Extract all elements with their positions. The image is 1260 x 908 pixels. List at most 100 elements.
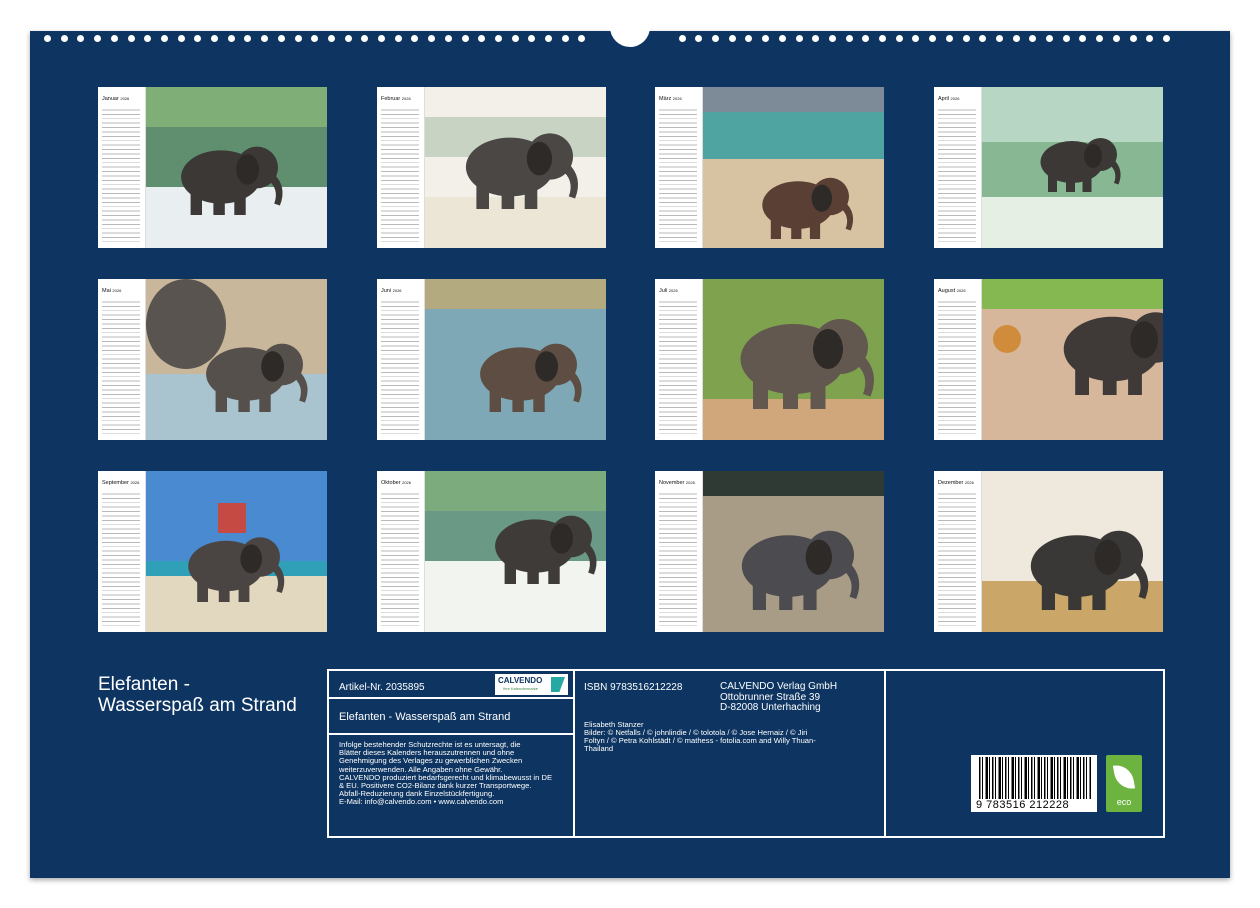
binding-hole xyxy=(144,35,152,42)
binding-hole xyxy=(1112,35,1120,42)
binding-hole xyxy=(444,35,452,42)
binding-hole xyxy=(478,35,486,42)
barcode-number: 9 783516 212228 xyxy=(976,799,1070,811)
month-label: Oktober 2026 xyxy=(381,480,412,486)
binding-hole xyxy=(995,35,1003,42)
subtitle: Elefanten - Wasserspaß am Strand xyxy=(339,711,511,723)
month-label: November 2026 xyxy=(659,480,695,486)
binding-hole xyxy=(378,35,385,42)
binding-hole xyxy=(244,35,252,42)
binding-hole xyxy=(1146,35,1154,42)
binding-hole xyxy=(712,35,719,42)
binding-hole xyxy=(127,35,135,42)
date-lines xyxy=(659,490,697,626)
binding-hole xyxy=(762,35,770,42)
elephant-photo xyxy=(425,87,606,248)
divider xyxy=(329,697,573,699)
date-lines xyxy=(102,490,140,626)
date-strip: September 2026 xyxy=(98,471,146,632)
binding-hole xyxy=(344,35,352,42)
binding-hole xyxy=(77,35,85,42)
binding-hole xyxy=(1096,35,1104,42)
date-lines xyxy=(659,298,697,434)
month-label: April 2026 xyxy=(938,96,960,102)
date-lines xyxy=(938,298,976,434)
binding-hole xyxy=(294,35,302,42)
binding-hole xyxy=(545,35,552,42)
binding-hole xyxy=(211,35,218,42)
binding-hole xyxy=(945,35,953,42)
elephant-photo xyxy=(703,279,884,440)
title-line-2: Wasserspaß am Strand xyxy=(98,695,297,716)
binding-hole xyxy=(979,35,987,42)
binding-hole xyxy=(962,35,970,42)
binding-hole xyxy=(394,35,402,42)
binding-hole xyxy=(44,35,51,42)
logo-mark-icon xyxy=(551,677,565,692)
binding-hole xyxy=(1079,35,1087,42)
barcode-bars xyxy=(979,757,1091,799)
elephant-photo xyxy=(982,471,1163,632)
divider xyxy=(329,733,573,735)
month-page-oktober: Oktober 2026 xyxy=(377,471,606,632)
month-page-dezember: Dezember 2026 xyxy=(934,471,1163,632)
date-strip: April 2026 xyxy=(934,87,982,248)
binding-hole xyxy=(511,35,519,42)
month-page-juli: Juli 2026 xyxy=(655,279,884,440)
date-strip: Juni 2026 xyxy=(377,279,425,440)
info-box: Artikel-Nr. 2035895 CALVENDO Ihre Kalend… xyxy=(327,669,1165,838)
divider xyxy=(573,671,575,836)
elephant-photo xyxy=(982,87,1163,248)
binding-hole xyxy=(695,35,703,42)
binding-hole xyxy=(327,35,335,42)
month-label: März 2026 xyxy=(659,96,682,102)
date-strip: Juli 2026 xyxy=(655,279,703,440)
date-lines xyxy=(659,106,697,242)
publisher-address: CALVENDO Verlag GmbH Ottobrunner Straße 3… xyxy=(720,681,837,714)
binding-hole xyxy=(1029,35,1037,42)
date-strip: August 2026 xyxy=(934,279,982,440)
month-label: Juli 2026 xyxy=(659,288,678,294)
elephant-photo xyxy=(146,87,327,248)
binding-hole xyxy=(160,35,168,42)
month-page-august: August 2026 xyxy=(934,279,1163,440)
binding-hole xyxy=(912,35,920,42)
binding-hole xyxy=(879,35,886,42)
elephant-photo xyxy=(425,279,606,440)
binding-hole xyxy=(728,35,736,42)
binding-hole xyxy=(812,35,820,42)
binding-hole xyxy=(361,35,369,42)
date-strip: Januar 2026 xyxy=(98,87,146,248)
barcode: 9 783516 212228 xyxy=(971,755,1097,812)
month-page-september: September 2026 xyxy=(98,471,327,632)
binding-hole xyxy=(578,35,586,42)
month-page-mai: Mai 2026 xyxy=(98,279,327,440)
month-page-juni: Juni 2026 xyxy=(377,279,606,440)
month-label: Januar 2026 xyxy=(102,96,130,102)
date-strip: Februar 2026 xyxy=(377,87,425,248)
binding-hole xyxy=(494,35,502,42)
binding-hole xyxy=(94,35,102,42)
date-lines xyxy=(381,490,419,626)
binding-hole xyxy=(528,35,536,42)
binding-hole xyxy=(194,35,202,42)
calendar-title: Elefanten - Wasserspaß am Strand xyxy=(98,674,297,716)
month-label: September 2026 xyxy=(102,480,140,486)
binding-hole xyxy=(110,35,118,42)
binding-hole xyxy=(678,35,686,42)
binding-hole xyxy=(177,35,185,42)
binding-hole xyxy=(311,35,319,42)
month-page-november: November 2026 xyxy=(655,471,884,632)
elephant-photo xyxy=(146,279,327,440)
article-number: Artikel-Nr. 2035895 xyxy=(339,682,425,693)
elephant-photo xyxy=(703,471,884,632)
eco-label: eco xyxy=(1116,797,1132,807)
elephant-photo xyxy=(146,471,327,632)
date-strip: Mai 2026 xyxy=(98,279,146,440)
date-strip: November 2026 xyxy=(655,471,703,632)
binding-hole xyxy=(929,35,937,42)
binding-hole xyxy=(1162,35,1170,42)
elephant-photo xyxy=(703,87,884,248)
text-line: E-Mail: info@calvendo.com • www.calvendo… xyxy=(339,797,504,807)
binding-hole xyxy=(828,35,836,42)
